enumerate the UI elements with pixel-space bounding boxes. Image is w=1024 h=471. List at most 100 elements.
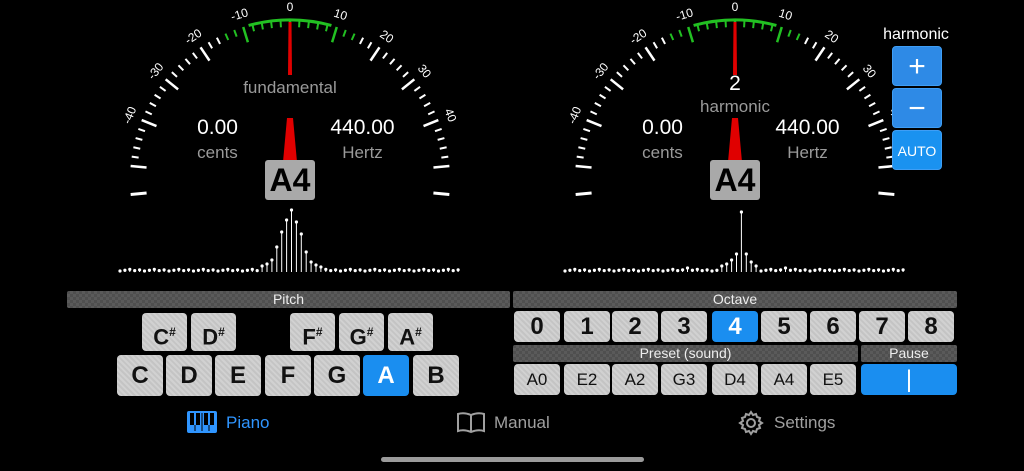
spectrum-dot (685, 266, 690, 270)
pitch-key-a[interactable]: A (363, 355, 409, 396)
mode-label: fundamental (243, 78, 337, 97)
pitch-key-g-sharp[interactable]: G# (339, 313, 384, 351)
dial-tick (715, 21, 718, 29)
spectrum-dot (793, 267, 797, 271)
dial-tick (138, 128, 146, 133)
dial-tick (795, 33, 801, 41)
dial-tick (270, 21, 273, 29)
spectrum-dot (803, 268, 807, 272)
pitch-key-c[interactable]: C (117, 355, 163, 396)
octave-key-6[interactable]: 6 (810, 311, 856, 342)
hertz-unit: Hertz (787, 143, 828, 162)
dial-tick (130, 164, 147, 169)
octave-key-8[interactable]: 8 (908, 311, 954, 342)
spectrum-dot (671, 267, 675, 271)
spectrum-dot (319, 265, 323, 269)
tab-label: Settings (774, 413, 836, 432)
dial-tick (423, 102, 431, 108)
pitch-key-e[interactable]: E (215, 355, 261, 396)
dial-tick (177, 64, 185, 72)
tuner-meter-fundamental: -40 -30 -20 -10 0 10 20 30 40 fundamental 0.00 c… (110, 0, 470, 210)
pitch-key-b[interactable]: B (413, 355, 459, 396)
pitch-key-f-sharp[interactable]: F# (290, 313, 335, 351)
needle-base (728, 118, 742, 162)
hertz-unit: Hertz (342, 143, 383, 162)
spectrum-dot (324, 267, 328, 271)
spectrum-dot (881, 269, 886, 273)
octave-key-0[interactable]: 0 (514, 311, 560, 342)
pitch-key-d-sharp[interactable]: D# (191, 313, 236, 351)
pitch-key-d[interactable]: D (166, 355, 212, 396)
harmonic-minus-button[interactable]: − (892, 88, 942, 128)
spectrum-dot (383, 268, 387, 272)
tab-manual[interactable]: Manual (456, 408, 566, 438)
pitch-key-c-sharp[interactable]: C# (142, 313, 187, 351)
spectrum-dot (646, 267, 650, 271)
gear-icon (738, 410, 764, 436)
dial-tick-label: 30 (860, 62, 879, 81)
spectrum-dot (275, 245, 279, 249)
tab-piano[interactable]: Piano (186, 408, 276, 438)
pitch-key-f[interactable]: F (265, 355, 311, 396)
spectrum-dot (245, 268, 249, 272)
spectrum-dot (607, 268, 611, 272)
preset-key-a4[interactable]: A4 (761, 364, 807, 395)
preset-key-e2[interactable]: E2 (564, 364, 610, 395)
spectrum-dot (808, 269, 812, 273)
preset-key-g3[interactable]: G3 (661, 364, 707, 395)
dial-tick-label: -30 (145, 60, 167, 83)
home-indicator[interactable] (381, 457, 644, 462)
dial-tick (804, 37, 810, 45)
pitch-key-g[interactable]: G (314, 355, 360, 396)
harmonic-auto-button[interactable]: AUTO (892, 130, 942, 170)
spectrum-dot (432, 268, 436, 272)
key-label: F (302, 324, 316, 350)
spectrum-dot (592, 268, 596, 272)
tab-label: Piano (226, 413, 270, 432)
dial-tick (434, 128, 442, 133)
spectrum-dot (666, 268, 670, 272)
spectrum-dot (201, 267, 205, 271)
spectrum-dot (451, 269, 455, 273)
pitch-key-a-sharp[interactable]: A# (388, 313, 433, 351)
spectrum-dot (636, 269, 641, 273)
preset-key-a0[interactable]: A0 (514, 364, 560, 395)
dial-tick (437, 137, 445, 141)
preset-key-d4[interactable]: D4 (712, 364, 758, 395)
dial-tick (575, 164, 592, 169)
tab-settings[interactable]: Settings (738, 408, 848, 438)
spectrum-dot (250, 267, 254, 271)
cents-unit: cents (642, 143, 683, 162)
spectrum-dot (769, 267, 773, 271)
dial-tick (192, 52, 198, 60)
spectrum-dot (255, 269, 259, 273)
dial-tick (868, 102, 876, 108)
octave-key-7[interactable]: 7 (859, 311, 905, 342)
dial-tick (827, 52, 833, 60)
dial-tick (872, 110, 880, 116)
preset-key-a2[interactable]: A2 (612, 364, 658, 395)
spectrum-dot (142, 269, 147, 273)
spectrum-dot (191, 269, 196, 273)
spectrum-dot (422, 267, 426, 271)
spectrum-dot (788, 268, 792, 272)
spectrum-dot (285, 218, 289, 222)
spectrum-dot (597, 267, 601, 271)
spectrum-dot (734, 252, 739, 256)
spectrum-dot (828, 268, 832, 272)
spectrum-dot (886, 268, 890, 272)
dial-tick (644, 46, 656, 62)
pause-button[interactable]: | (861, 364, 957, 395)
preset-key-e5[interactable]: E5 (810, 364, 856, 395)
spectrum-dot (651, 269, 655, 273)
octave-key-2[interactable]: 2 (612, 311, 658, 342)
spectrum-dot (427, 269, 431, 273)
harmonic-plus-button[interactable]: + (892, 46, 942, 86)
spectrum-dot (226, 267, 230, 271)
octave-key-3[interactable]: 3 (661, 311, 707, 342)
octave-key-1[interactable]: 1 (564, 311, 610, 342)
octave-key-4[interactable]: 4 (712, 311, 758, 342)
dial-tick (171, 71, 178, 78)
harmonic-number: 2 (729, 72, 741, 95)
octave-key-5[interactable]: 5 (761, 311, 807, 342)
